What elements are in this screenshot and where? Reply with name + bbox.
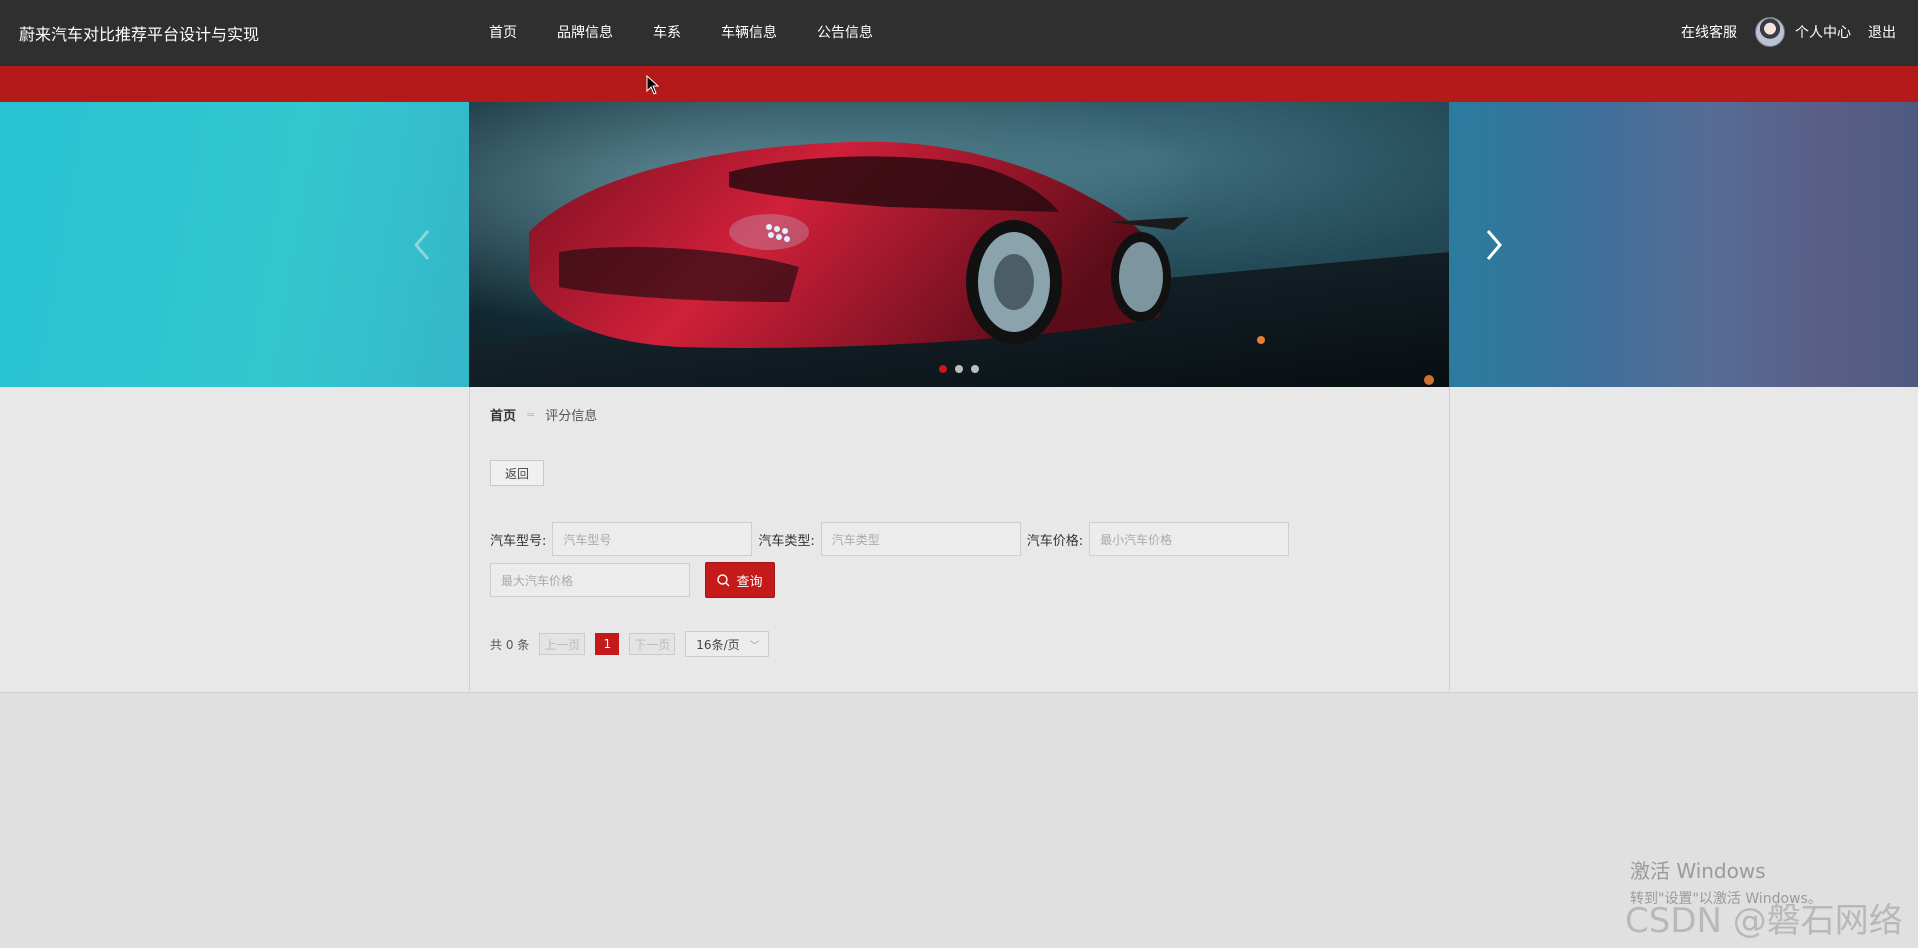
chevron-left-icon bbox=[414, 230, 430, 260]
page-size-select[interactable]: 16条/页 ﹀ bbox=[685, 631, 769, 657]
carousel-dot[interactable] bbox=[971, 365, 979, 373]
min-price-input[interactable]: 最小汽车价格 bbox=[1089, 522, 1290, 556]
windows-activation-title: 激活 Windows bbox=[1630, 859, 1766, 883]
carousel-dot[interactable] bbox=[939, 365, 947, 373]
model-label: 汽车型号: bbox=[490, 533, 547, 549]
carousel-active-slide-image[interactable] bbox=[469, 102, 1449, 387]
main-panel: 首页 = 评分信息 返回 汽车型号: 汽车型号 汽车类型: 汽车类型 汽车价格:… bbox=[469, 387, 1450, 691]
page-number-current[interactable]: 1 bbox=[595, 633, 620, 655]
search-form-row-2: 最大汽车价格 查询 bbox=[490, 562, 775, 598]
search-icon bbox=[717, 573, 730, 586]
nav-vehicle-info[interactable]: 车辆信息 bbox=[721, 22, 777, 42]
max-price-input[interactable]: 最大汽车价格 bbox=[490, 563, 690, 597]
carousel-indicators bbox=[939, 365, 979, 373]
online-service-link[interactable]: 在线客服 bbox=[1681, 22, 1737, 42]
mouse-pointer-icon bbox=[646, 75, 660, 95]
next-page-button[interactable]: 下一页 bbox=[629, 633, 676, 655]
search-form-row-1: 汽车型号: 汽车型号 汽车类型: 汽车类型 汽车价格: 最小汽车价格 bbox=[490, 522, 1295, 556]
chevron-right-icon bbox=[1486, 230, 1502, 260]
nav-home[interactable]: 首页 bbox=[489, 22, 517, 42]
banner-carousel bbox=[0, 102, 1918, 387]
back-button[interactable]: 返回 bbox=[490, 460, 544, 486]
prev-page-button[interactable]: 上一页 bbox=[539, 633, 586, 655]
logout-link[interactable]: 退出 bbox=[1868, 22, 1896, 42]
nav-announcements[interactable]: 公告信息 bbox=[817, 22, 873, 42]
model-input[interactable]: 汽车型号 bbox=[552, 522, 753, 556]
carousel-prev-button[interactable] bbox=[408, 227, 438, 263]
pagination: 共 0 条 上一页 1 下一页 16条/页 ﹀ bbox=[490, 631, 769, 657]
pagination-total: 共 0 条 bbox=[490, 637, 530, 652]
breadcrumb-current: 评分信息 bbox=[545, 409, 598, 424]
user-nav: 在线客服 个人中心 退出 bbox=[1681, 17, 1896, 47]
csdn-watermark: CSDN @磐石网络 bbox=[1625, 901, 1903, 941]
carousel-next-button[interactable] bbox=[1478, 227, 1508, 263]
breadcrumb: 首页 = 评分信息 bbox=[490, 405, 597, 424]
carousel-prev-slide-preview bbox=[0, 102, 469, 387]
main-nav: 首页 品牌信息 车系 车辆信息 公告信息 bbox=[489, 22, 873, 42]
sports-car-illustration bbox=[469, 102, 1449, 387]
red-accent-bar bbox=[0, 66, 1918, 102]
type-input[interactable]: 汽车类型 bbox=[820, 522, 1021, 556]
breadcrumb-separator: = bbox=[526, 408, 536, 421]
nav-brand-info[interactable]: 品牌信息 bbox=[557, 22, 613, 42]
breadcrumb-home[interactable]: 首页 bbox=[490, 405, 516, 424]
chevron-down-icon: ﹀ bbox=[749, 640, 760, 652]
site-title[interactable]: 蔚来汽车对比推荐平台设计与实现 bbox=[19, 21, 259, 45]
carousel-dot[interactable] bbox=[955, 365, 963, 373]
avatar[interactable] bbox=[1755, 17, 1785, 47]
page-size-value: 16条/页 bbox=[696, 637, 740, 652]
search-button-label: 查询 bbox=[736, 574, 763, 590]
carousel-next-slide-preview bbox=[1449, 102, 1918, 387]
search-button[interactable]: 查询 bbox=[705, 562, 775, 598]
price-label: 汽车价格: bbox=[1026, 533, 1084, 549]
type-label: 汽车类型: bbox=[758, 533, 815, 549]
personal-center-link[interactable]: 个人中心 bbox=[1795, 22, 1851, 42]
top-navbar: 蔚来汽车对比推荐平台设计与实现 首页 品牌信息 车系 车辆信息 公告信息 在线客… bbox=[0, 0, 1918, 66]
nav-car-series[interactable]: 车系 bbox=[653, 22, 681, 42]
